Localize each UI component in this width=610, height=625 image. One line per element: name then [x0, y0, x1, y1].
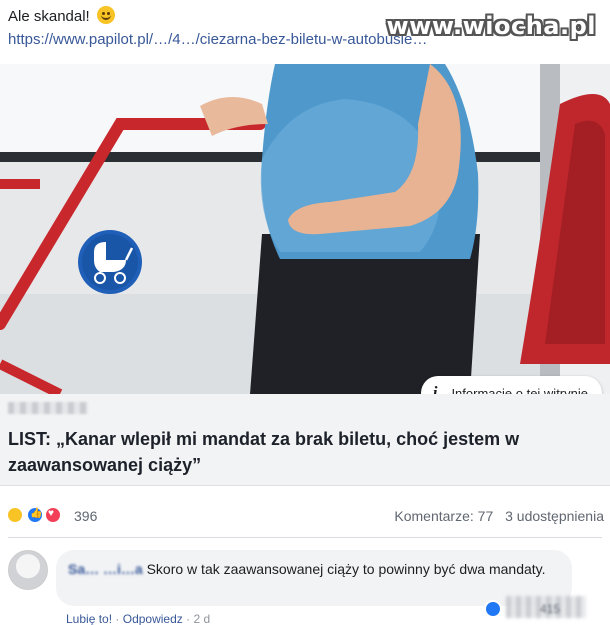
reaction-count[interactable]: 396: [74, 508, 97, 524]
site-watermark: www.wiocha.pl: [386, 12, 596, 40]
shared-link[interactable]: https://www.papilot.pl/…/4…/ciezarna-bez…: [8, 31, 427, 48]
like-icon: [484, 600, 502, 618]
comment-author[interactable]: Sa… …i…a: [68, 561, 143, 577]
pregnant-woman-bus-photo: [0, 64, 610, 394]
comment-reaction-count: 415: [540, 602, 561, 616]
like-icon: 👍: [26, 506, 44, 524]
avatar[interactable]: [8, 550, 48, 590]
haha-icon: [6, 506, 24, 524]
site-info-label: Informacje o tej witrynie: [451, 385, 588, 395]
like-comment-link[interactable]: Lubię to!: [66, 612, 112, 625]
shares-count[interactable]: 3 udostępnienia: [505, 508, 604, 524]
reply-link[interactable]: Odpowiedz: [123, 612, 183, 625]
separator: ·: [115, 612, 123, 625]
domain-redacted: [8, 402, 88, 414]
comment-reactions[interactable]: 415: [484, 596, 602, 618]
link-preview-image[interactable]: i Informacje o tej witrynie: [0, 64, 610, 394]
post-stats: Komentarze: 77 3 udostępnienia: [394, 508, 604, 524]
smile-emoji-icon: [96, 6, 115, 24]
comment-time[interactable]: 2 d: [193, 612, 210, 625]
reactions-bar: 👍 ♥ 396 Komentarze: 77 3 udostępnienia: [0, 500, 610, 528]
comments-count[interactable]: Komentarze: 77: [394, 508, 493, 524]
info-icon: i: [432, 383, 438, 394]
site-info-button[interactable]: i Informacje o tej witrynie: [420, 376, 602, 395]
love-icon: ♥: [44, 506, 62, 524]
link-preview-card[interactable]: LIST: „Kanar wlepił mi mandat za brak bi…: [0, 394, 610, 486]
post-message: Ale skandal!: [8, 8, 90, 25]
comment-text: Skoro w tak zaawansowanej ciąży to powin…: [146, 561, 546, 577]
post-text: Ale skandal!: [8, 6, 115, 25]
divider: [8, 537, 602, 538]
link-headline[interactable]: LIST: „Kanar wlepił mi mandat za brak bi…: [8, 426, 598, 478]
comment-actions: Lubię to! · Odpowiedz · 2 d: [66, 612, 210, 625]
